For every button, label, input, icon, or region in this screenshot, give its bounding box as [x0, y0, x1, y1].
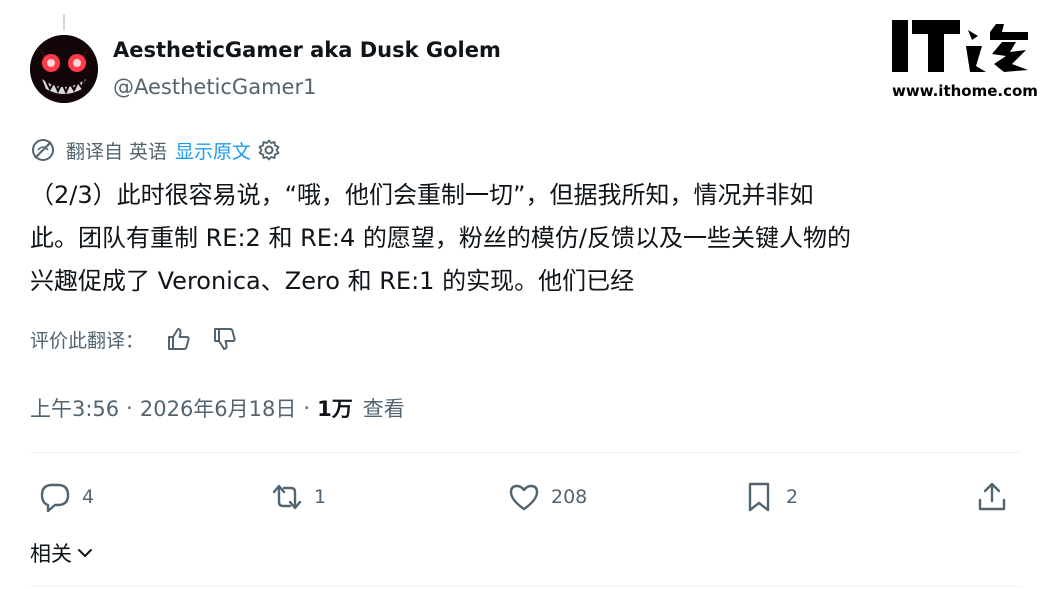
translated-from-label: 翻译自 英语: [66, 140, 168, 163]
related-label: 相关: [30, 542, 72, 566]
bookmark-count: 2: [786, 486, 799, 508]
tweet-text: （2/3）此时很容易说，“哦，他们会重制一切”，但据我所知，情况并非如 此。团队…: [30, 174, 1030, 303]
share-icon: [978, 482, 1006, 511]
tweet-text-line: （2/3）此时很容易说，“哦，他们会重制一切”，但据我所知，情况并非如: [30, 181, 814, 209]
retweet-count: 1: [314, 486, 327, 508]
bookmark-icon: [748, 482, 770, 512]
reply-button[interactable]: 4: [38, 478, 94, 516]
like-count: 208: [551, 486, 588, 508]
thumbs-down-icon[interactable]: [212, 326, 238, 352]
divider: [30, 452, 1020, 453]
thread-connector-line: [63, 14, 65, 30]
related-toggle[interactable]: 相关: [30, 537, 96, 569]
share-button[interactable]: [975, 478, 1009, 516]
translation-bar: 翻译自 英语 显示原文: [30, 135, 281, 165]
views-count[interactable]: 1万: [317, 393, 353, 423]
avatar[interactable]: [30, 35, 98, 103]
show-original-link[interactable]: 显示原文: [175, 137, 251, 164]
thumbs-up-icon[interactable]: [166, 326, 192, 352]
tweet-meta: 上午3:56 · 2026年6月18日 · 1万 查看: [30, 392, 405, 424]
translate-globe-icon: [32, 139, 54, 161]
rate-translation-label: 评价此翻译：: [30, 329, 145, 352]
retweet-icon: [272, 484, 302, 510]
tweet-text-line: 此。团队有重制 RE:2 和 RE:4 的愿望，粉丝的模仿/反馈以及一些关键人物…: [30, 224, 851, 252]
ithome-logo: [892, 20, 1028, 72]
author-handle[interactable]: @AestheticGamer1: [113, 75, 316, 99]
bookmark-button[interactable]: 2: [742, 478, 798, 516]
tweet-time[interactable]: 上午3:56: [30, 393, 119, 423]
gear-icon[interactable]: [257, 138, 281, 162]
rate-translation: 评价此翻译：: [30, 324, 238, 354]
watermark: www.ithome.com: [888, 14, 1038, 102]
reply-icon: [40, 483, 70, 513]
watermark-url: www.ithome.com: [892, 82, 1038, 100]
demon-face-avatar-icon: [30, 35, 98, 103]
heart-icon: [509, 484, 539, 511]
views-label[interactable]: 查看: [363, 393, 405, 423]
meta-separator: ·: [303, 396, 311, 420]
retweet-button[interactable]: 1: [270, 478, 326, 516]
divider: [30, 586, 1020, 587]
tweet-date[interactable]: 2026年6月18日: [140, 393, 297, 423]
like-button[interactable]: 208: [507, 478, 587, 516]
author-display-name[interactable]: AestheticGamer aka Dusk Golem: [113, 38, 501, 62]
meta-separator: ·: [126, 396, 133, 420]
chevron-down-icon: [78, 549, 92, 557]
tweet-text-line: 兴趣促成了 Veronica、Zero 和 RE:1 的实现。他们已经: [30, 267, 635, 295]
reply-count: 4: [82, 486, 95, 508]
